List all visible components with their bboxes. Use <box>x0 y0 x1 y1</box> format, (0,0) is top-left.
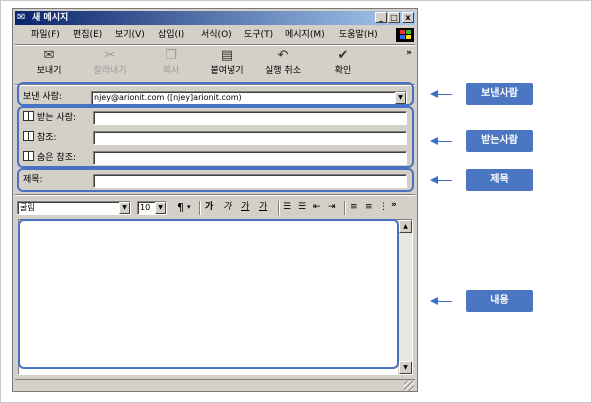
format-separator <box>344 201 346 215</box>
send-button[interactable]: ✉ 보내기 <box>21 47 77 81</box>
font-select[interactable]: 굴림 ▼ <box>17 201 131 215</box>
menu-edit[interactable]: 편집(E) <box>73 29 102 41</box>
font-color-button[interactable]: 가 <box>259 201 267 214</box>
close-button[interactable]: x <box>402 12 414 23</box>
minimize-button[interactable]: _ <box>375 12 387 23</box>
decrease-indent-icon[interactable]: ⇤ <box>313 201 321 214</box>
maximize-button[interactable]: □ <box>388 12 400 23</box>
bulleted-list-icon[interactable]: ☰ <box>298 201 306 214</box>
scroll-up-icon[interactable]: ▲ <box>399 220 412 233</box>
menu-separator <box>15 44 415 46</box>
numbered-list-icon[interactable]: ☰ <box>283 201 291 214</box>
subject-highlight <box>17 168 414 192</box>
recipient-highlight <box>17 106 414 168</box>
cut-button[interactable]: ✂ 잘라내기 <box>82 47 138 81</box>
toolbar: ✉ 보내기 ✂ 잘라내기 ❐ 복사 ▤ 붙여넣기 ↶ 실행 취소 ✔ 확인 » <box>15 47 415 83</box>
arrow-left-icon <box>430 176 452 185</box>
sender-highlight <box>17 82 414 106</box>
copy-button[interactable]: ❐ 복사 <box>143 47 199 81</box>
toolbar-more-chevron[interactable]: » <box>406 48 412 58</box>
content-highlight <box>18 219 399 369</box>
chevron-down-icon[interactable]: ▾ <box>187 201 191 214</box>
italic-button[interactable]: 가 <box>223 201 231 214</box>
menu-insert[interactable]: 삽입(I) <box>158 29 184 41</box>
menu-bar: 파일(F) 편집(E) 보기(V) 삽입(I) 서식(O) 도구(T) 메시지(… <box>15 27 415 43</box>
chevron-down-icon[interactable]: ▼ <box>155 202 166 214</box>
send-icon: ✉ <box>43 48 55 63</box>
paragraph-style-icon[interactable]: ¶ <box>177 201 184 214</box>
header-separator <box>15 194 415 196</box>
menu-file[interactable]: 파일(F) <box>31 29 60 41</box>
undo-icon: ↶ <box>277 48 289 63</box>
scroll-down-icon[interactable]: ▼ <box>399 361 412 374</box>
arrow-left-icon <box>430 297 452 306</box>
subject-callout: 제목 <box>466 169 533 191</box>
envelope-icon: ✉ <box>17 12 26 23</box>
sender-callout: 보낸사람 <box>466 83 533 105</box>
check-names-button[interactable]: ✔ 확인 <box>315 47 371 81</box>
arrow-left-icon <box>430 90 452 99</box>
format-more-chevron[interactable]: » <box>391 199 397 212</box>
format-toolbar: 굴림 ▼ 10 ▼ ¶ ▾ 가 가 가 가 ☰ ☰ ⇤ ⇥ ≡ ≡ ⋮ » <box>15 199 415 217</box>
align-center-icon[interactable]: ≡ <box>365 201 373 214</box>
format-separator <box>278 201 280 215</box>
menu-format[interactable]: 서식(O) <box>201 29 232 41</box>
windows-logo-icon <box>396 28 414 42</box>
menu-message[interactable]: 메시지(M) <box>285 29 325 41</box>
status-bar <box>15 379 415 391</box>
font-size-select[interactable]: 10 ▼ <box>137 201 167 215</box>
format-separator <box>199 201 201 215</box>
menu-view[interactable]: 보기(V) <box>115 29 145 41</box>
align-left-icon[interactable]: ≡ <box>350 201 358 214</box>
content-callout: 내용 <box>466 290 533 312</box>
underline-button[interactable]: 가 <box>241 201 249 214</box>
menu-help[interactable]: 도움말(H) <box>339 29 378 41</box>
vertical-scrollbar[interactable]: ▲ ▼ <box>398 220 412 374</box>
copy-icon: ❐ <box>165 48 177 63</box>
check-names-icon: ✔ <box>337 48 349 63</box>
align-right-icon[interactable]: ⋮ <box>379 201 388 214</box>
window-title: 새 메시지 <box>32 13 69 23</box>
recipient-callout: 받는사람 <box>466 130 533 152</box>
paste-icon: ▤ <box>220 48 234 63</box>
resize-grip-icon[interactable] <box>404 381 414 391</box>
arrow-left-icon <box>430 137 452 146</box>
undo-button[interactable]: ↶ 실행 취소 <box>255 47 311 81</box>
bold-button[interactable]: 가 <box>205 201 213 214</box>
increase-indent-icon[interactable]: ⇥ <box>328 201 336 214</box>
title-bar[interactable]: ✉ 새 메시지 _ □ x <box>15 11 415 25</box>
scissors-icon: ✂ <box>104 48 116 63</box>
menu-tools[interactable]: 도구(T) <box>244 29 273 41</box>
chevron-down-icon[interactable]: ▼ <box>119 202 130 214</box>
paste-button[interactable]: ▤ 붙여넣기 <box>199 47 255 81</box>
